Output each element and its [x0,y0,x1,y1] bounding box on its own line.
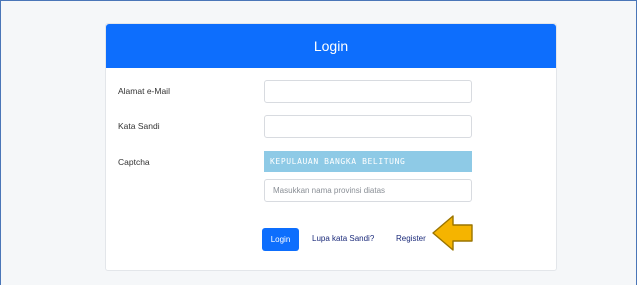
captcha-text: KEPULAUAN BANGKA BELITUNG [270,157,406,166]
page-frame: Login Alamat e-Mail Kata Sandi Captcha K… [0,0,637,285]
captcha-label: Captcha [118,157,150,167]
forgot-password-link[interactable]: Lupa kata Sandi? [312,234,374,243]
password-label: Kata Sandi [118,121,160,131]
password-field[interactable] [264,115,472,138]
page-title: Login [313,38,349,54]
captcha-input[interactable] [264,179,472,202]
login-card: Login Alamat e-Mail Kata Sandi Captcha K… [105,23,557,271]
email-label: Alamat e-Mail [118,86,170,96]
captcha-image: KEPULAUAN BANGKA BELITUNG [264,151,472,172]
register-link[interactable]: Register [396,234,426,243]
login-button[interactable]: Login [262,228,299,251]
email-field[interactable] [264,80,472,103]
login-card-header: Login [106,24,556,68]
arrow-left-icon [432,215,473,251]
